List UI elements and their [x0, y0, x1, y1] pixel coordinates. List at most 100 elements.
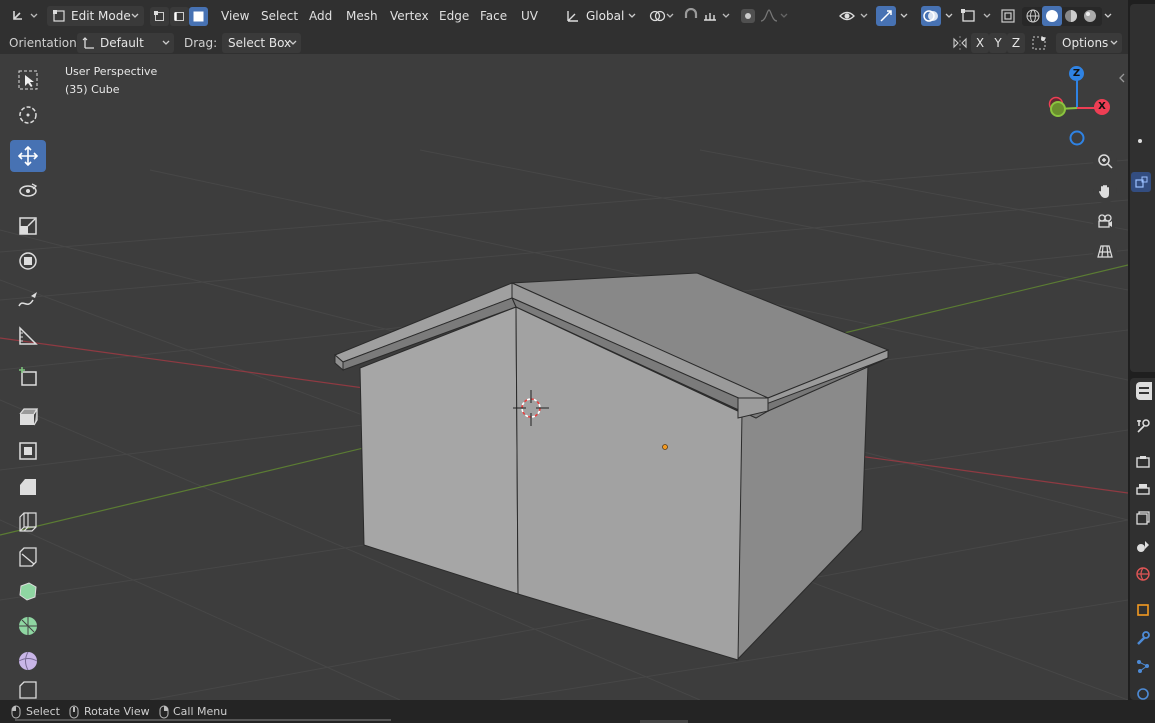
- tool-properties-tab[interactable]: [1133, 416, 1153, 436]
- material-preview-button[interactable]: [1061, 6, 1081, 26]
- pivot-icon: [649, 10, 674, 22]
- drag-dropdown[interactable]: Select Box: [222, 33, 301, 53]
- xray-toggle[interactable]: [998, 6, 1018, 26]
- tool-scale[interactable]: [10, 210, 46, 242]
- menu-edge[interactable]: Edge: [439, 6, 469, 26]
- tool-add-cube[interactable]: [10, 360, 46, 392]
- scene-icon: [1137, 541, 1149, 552]
- zoom-button[interactable]: [1093, 149, 1117, 173]
- properties-icon: [1139, 387, 1149, 394]
- inset-faces-icon: [19, 442, 37, 460]
- scale-icon: [19, 217, 37, 235]
- pan-button[interactable]: [1093, 179, 1117, 203]
- tool-loop-cut[interactable]: [10, 505, 46, 537]
- tool-poly-build[interactable]: [10, 575, 46, 607]
- selectability-visibility-dropdown[interactable]: [838, 6, 870, 26]
- scene-canvas[interactable]: [0, 54, 1128, 700]
- menu-add[interactable]: Add: [309, 6, 332, 26]
- chevron-left-icon: [1119, 73, 1125, 83]
- xray-icon: [1001, 9, 1015, 23]
- sidebar-toggle[interactable]: [1116, 68, 1128, 88]
- scene-properties-tab[interactable]: [1133, 536, 1153, 556]
- tool-smooth[interactable]: [10, 645, 46, 677]
- mirror-x-toggle[interactable]: X: [971, 33, 989, 53]
- perspective-toggle-button[interactable]: [1093, 239, 1117, 263]
- auto-merge-icon: [1032, 36, 1046, 50]
- menu-uv[interactable]: UV: [521, 6, 538, 26]
- gizmo-x-axis[interactable]: X: [1094, 99, 1110, 115]
- mesh-data-icon[interactable]: [1131, 172, 1151, 192]
- solid-shading-button[interactable]: [1042, 6, 1062, 26]
- tool-measure[interactable]: [10, 320, 46, 352]
- menu-vertex[interactable]: Vertex: [390, 6, 429, 26]
- tool-cursor[interactable]: [10, 99, 46, 131]
- physics-properties-tab[interactable]: [1133, 682, 1153, 702]
- tool-annotate[interactable]: [10, 285, 46, 317]
- proportional-falloff-dropdown[interactable]: [760, 6, 790, 26]
- material-sphere-icon: [1065, 10, 1077, 22]
- tool-move[interactable]: [10, 140, 46, 172]
- overlays-toggle[interactable]: [921, 6, 941, 26]
- rendered-shading-button[interactable]: [1080, 6, 1100, 26]
- object-properties-tab[interactable]: [1133, 600, 1153, 620]
- edge-select-button[interactable]: [170, 7, 189, 26]
- menu-view[interactable]: View: [221, 6, 249, 26]
- mirror-icon: [953, 36, 967, 50]
- 3d-viewport[interactable]: User Perspective (35) Cube Z X: [0, 54, 1128, 700]
- tool-extrude[interactable]: [10, 400, 46, 432]
- menu-mesh[interactable]: Mesh: [346, 6, 378, 26]
- transform-orientation-dropdown[interactable]: Global: [562, 6, 638, 26]
- menu-face[interactable]: Face: [480, 6, 507, 26]
- overlays-dropdown[interactable]: [943, 6, 955, 26]
- pivot-point-dropdown[interactable]: [648, 6, 676, 26]
- tool-rotate[interactable]: [10, 175, 46, 207]
- world-properties-tab[interactable]: [1133, 564, 1153, 584]
- wireframe-sphere-icon: [1026, 9, 1040, 23]
- editor-type-button[interactable]: [10, 6, 40, 26]
- orientation-dropdown[interactable]: Default: [77, 33, 174, 53]
- options-dropdown[interactable]: Options: [1056, 33, 1122, 53]
- particles-properties-tab[interactable]: [1133, 656, 1153, 676]
- wrench-screwdriver-icon: [1137, 419, 1150, 433]
- tool-spin[interactable]: [10, 610, 46, 642]
- wireframe-shading-button[interactable]: [1023, 6, 1043, 26]
- gizmo-dropdown[interactable]: [898, 6, 910, 26]
- tool-inset[interactable]: [10, 435, 46, 467]
- tool-knife[interactable]: [10, 540, 46, 572]
- gizmo-toggle[interactable]: [876, 6, 896, 26]
- auto-merge-button[interactable]: [1029, 33, 1049, 53]
- view-layer-properties-tab[interactable]: [1133, 508, 1153, 528]
- annotate-pencil-icon: [18, 292, 37, 307]
- menu-select[interactable]: Select: [261, 6, 298, 26]
- vertex-select-button[interactable]: [150, 7, 169, 26]
- object-origin-dot: [662, 444, 668, 450]
- render-properties-tab[interactable]: [1133, 452, 1153, 472]
- loop-cut-icon: [19, 512, 37, 532]
- face-select-button[interactable]: [189, 7, 208, 26]
- tool-transform[interactable]: [10, 245, 46, 277]
- proportional-editing-icon: [741, 9, 755, 23]
- modifier-properties-tab[interactable]: [1133, 628, 1153, 648]
- shading-dropdown[interactable]: [1101, 6, 1115, 26]
- mirror-z-toggle[interactable]: Z: [1007, 33, 1025, 53]
- camera-view-button[interactable]: [1093, 209, 1117, 233]
- tool-edge-slide[interactable]: [10, 680, 46, 700]
- cube-mesh[interactable]: [334, 272, 890, 662]
- mirror-y-toggle[interactable]: Y: [989, 33, 1007, 53]
- tool-select-box[interactable]: [10, 64, 46, 96]
- mirror-icon-button[interactable]: [950, 33, 970, 53]
- mode-dropdown[interactable]: Edit Mode: [47, 6, 144, 26]
- proportional-editing-toggle[interactable]: [738, 6, 758, 26]
- move-icon: [17, 145, 39, 167]
- gizmo-z-axis[interactable]: Z: [1069, 66, 1084, 81]
- output-properties-tab[interactable]: [1133, 480, 1153, 500]
- snap-toggle[interactable]: [681, 6, 701, 26]
- tool-bevel[interactable]: [10, 470, 46, 502]
- mesh-edit-overlays-dropdown[interactable]: [961, 6, 993, 26]
- properties-tab-active[interactable]: [1136, 382, 1152, 400]
- orientation-value: Default: [100, 36, 144, 50]
- image-stack-icon: [1136, 511, 1150, 525]
- snap-target-dropdown[interactable]: [702, 6, 732, 26]
- cursor-icon: [19, 106, 37, 124]
- mouse-left-icon: [11, 705, 21, 719]
